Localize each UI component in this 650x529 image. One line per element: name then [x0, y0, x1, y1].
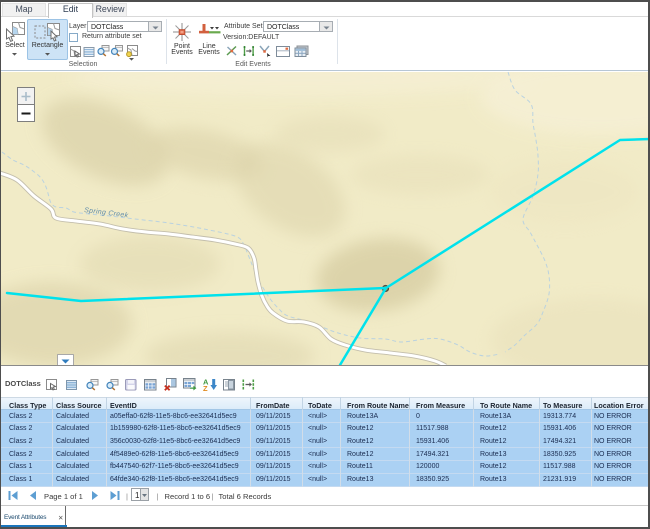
svg-text:Z: Z — [203, 384, 208, 391]
